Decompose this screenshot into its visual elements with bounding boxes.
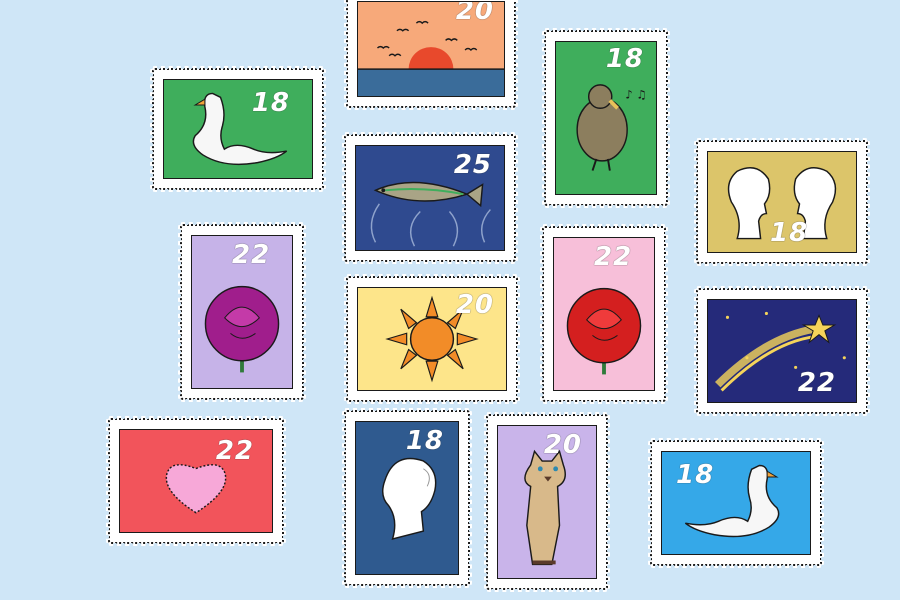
- stamp-panel: 20: [357, 1, 505, 97]
- stamp-denomination: 22: [797, 368, 836, 398]
- stamp-denomination: 25: [453, 150, 492, 180]
- stamp-denomination: 20: [455, 290, 494, 320]
- stamp-denomination: 22: [594, 242, 633, 272]
- stamp-heart[interactable]: 22: [105, 415, 287, 547]
- stamp-bird[interactable]: ♪ ♫ 18: [541, 27, 671, 209]
- stamp-panel: 22: [553, 237, 655, 391]
- stamp-fish[interactable]: 25: [341, 131, 519, 265]
- stamp-denomination: 22: [232, 240, 271, 270]
- stamp-panel: 20: [497, 425, 597, 579]
- stamp-denomination: 18: [251, 88, 290, 118]
- stamp-shooting-star[interactable]: 22: [693, 285, 871, 417]
- stamp-panel: ♪ ♫ 18: [555, 41, 657, 195]
- stamp-cat[interactable]: 20: [483, 411, 611, 593]
- stamp-denomination: 18: [770, 218, 809, 248]
- stamp-swan-blue[interactable]: 18: [647, 437, 825, 569]
- stamp-panel: 22: [119, 429, 273, 533]
- stamp-denomination: 22: [215, 436, 254, 466]
- stamp-swan-green[interactable]: 18: [149, 65, 327, 193]
- stamp-head-blue[interactable]: 18: [341, 407, 473, 589]
- stamp-denomination: 18: [605, 44, 644, 74]
- svg-text:♪ ♫: ♪ ♫: [625, 87, 646, 101]
- stamp-sunset[interactable]: 20: [343, 0, 519, 111]
- stamp-panel: 18: [707, 151, 857, 253]
- stamp-denomination: 20: [543, 430, 582, 460]
- stamp-panel: 20: [357, 287, 507, 391]
- stamp-rose-red[interactable]: 22: [539, 223, 669, 405]
- stamp-panel: 18: [163, 79, 313, 179]
- stamp-panel: 22: [191, 235, 293, 389]
- stamp-two-heads[interactable]: 18: [693, 137, 871, 267]
- stamp-denomination: 20: [455, 1, 494, 26]
- stamp-panel: 22: [707, 299, 857, 403]
- stamp-panel: 18: [661, 451, 811, 555]
- stamp-panel: 18: [355, 421, 459, 575]
- stamp-denomination: 18: [405, 426, 444, 456]
- stamp-panel: 25: [355, 145, 505, 251]
- stamp-sun[interactable]: 20: [343, 273, 521, 405]
- stamp-rose-purple[interactable]: 22: [177, 221, 307, 403]
- stamp-denomination: 18: [676, 460, 715, 490]
